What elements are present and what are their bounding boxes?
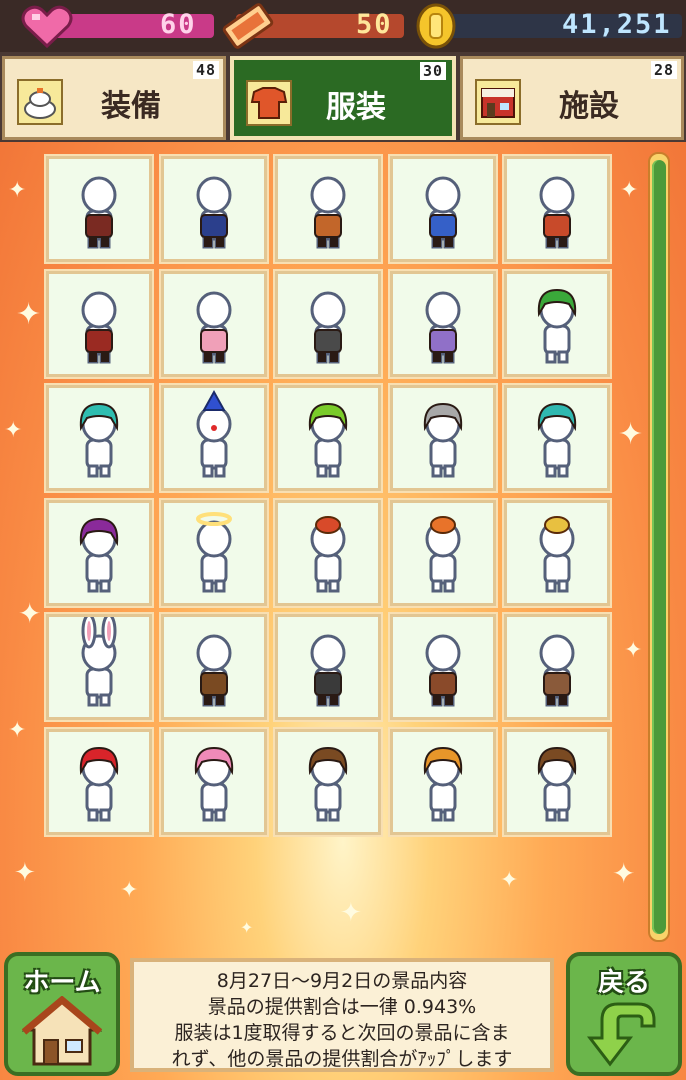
costume-purple-witch-hair-icon (79, 517, 119, 592)
rice-cake-icon (17, 79, 63, 125)
back-button[interactable]: 戻る (566, 952, 682, 1076)
ticket-icon (222, 3, 274, 49)
costume-green-hair-icon (537, 288, 577, 363)
costume-item[interactable] (160, 728, 267, 835)
costume-brown-goggles-hair-icon (537, 746, 577, 821)
costume-item[interactable] (160, 499, 267, 606)
costume-gray-hair-icon (423, 402, 462, 478)
info-line: 服装は1度取得すると次回の景品に含ま (174, 1022, 510, 1044)
costume-item[interactable] (160, 156, 267, 262)
costume-halo-icon (195, 511, 232, 592)
costume-item[interactable] (389, 270, 496, 377)
return-arrow-icon (586, 1002, 656, 1067)
tab-count-badge: 30 (420, 62, 447, 80)
info-line: 8月27日～9月2日の景品内容 (216, 970, 468, 992)
tab-facility[interactable]: 施設 28 (460, 56, 684, 140)
costume-brown-apron-outfit-icon (196, 634, 231, 707)
category-tabs: 装備 48 服装 30 施設 28 (0, 52, 686, 142)
costume-pumpkin-hat-icon (425, 515, 460, 592)
costume-teal-hair-icon (79, 402, 119, 478)
scrollbar[interactable] (648, 152, 670, 942)
back-button-label: 戻る (597, 968, 650, 998)
costume-item[interactable] (46, 728, 152, 835)
ticket-count: 50 (356, 9, 393, 40)
costume-item[interactable] (46, 499, 152, 606)
costume-item[interactable] (389, 385, 496, 491)
costume-bunny-ears-icon (81, 617, 117, 707)
home-button-label: ホーム (23, 968, 101, 998)
costume-red-gold-outfit-icon (539, 176, 575, 249)
costume-item[interactable] (160, 270, 267, 377)
costume-item[interactable] (275, 614, 381, 720)
costume-item[interactable] (389, 728, 496, 835)
coin-count: 41,251 (562, 9, 672, 40)
costume-item[interactable] (389, 499, 496, 606)
costume-item[interactable] (504, 156, 610, 262)
house-icon (22, 996, 102, 1066)
costume-teal-twin-tails-icon (537, 402, 577, 478)
costume-blue-swimwear-icon (425, 176, 460, 249)
costume-clown-head-icon (196, 389, 231, 478)
costume-brown-vest-outfit-icon (539, 634, 575, 707)
tab-costume[interactable]: 服装 30 (230, 56, 456, 140)
coin-icon (416, 3, 456, 49)
tab-label: 服装 (326, 90, 386, 125)
tab-equipment[interactable]: 装備 48 (2, 56, 226, 140)
costume-item[interactable] (504, 385, 610, 491)
costume-item[interactable] (46, 156, 152, 262)
costume-green-hair-red-bow-icon (308, 402, 348, 478)
tab-count-badge: 48 (193, 61, 220, 79)
shop-screen: ✦ ✦ ✦ ✦ ✦ ✦ ✦ ✦ ✦ ✦ ✦ ✦ ✦ ✦ 60 50 41,251… (0, 0, 686, 1080)
prize-info-box: 8月27日～9月2日の景品内容 景品の提供割合は一律 0.943% 服装は1度取… (130, 958, 554, 1072)
costume-dark-red-outfit-icon (81, 291, 117, 363)
info-line: れず、他の景品の提供割合がｱｯﾌﾟします (171, 1048, 513, 1070)
costume-item[interactable] (46, 614, 152, 720)
status-bar: 60 50 41,251 (0, 0, 686, 52)
heart-icon (21, 5, 73, 49)
costume-item[interactable] (46, 270, 152, 377)
costume-item[interactable] (389, 156, 496, 262)
costume-item[interactable] (160, 614, 267, 720)
home-button[interactable]: ホーム (4, 952, 120, 1076)
costume-red-spiky-hair-icon (79, 746, 119, 821)
costume-crown-icon (310, 515, 346, 592)
costume-orange-cat-hair-icon (423, 746, 462, 821)
costume-item[interactable] (504, 270, 610, 377)
costume-item[interactable] (275, 728, 381, 835)
costume-black-red-outfit-icon (81, 176, 117, 249)
costume-item[interactable] (275, 499, 381, 606)
costume-item[interactable] (275, 385, 381, 491)
costume-item[interactable] (275, 156, 381, 262)
costume-brown-shorts-outfit-icon (425, 634, 460, 707)
costume-grid (38, 150, 620, 840)
costume-brown-orange-outfit-icon (310, 176, 346, 249)
costume-item[interactable] (275, 270, 381, 377)
tab-label: 施設 (559, 89, 619, 124)
costume-item[interactable] (504, 728, 610, 835)
costume-item[interactable] (504, 499, 610, 606)
costume-item[interactable] (46, 385, 152, 491)
tab-count-badge: 28 (651, 61, 678, 79)
tab-label: 装備 (101, 89, 161, 124)
costume-item[interactable] (504, 614, 610, 720)
costume-item[interactable] (160, 385, 267, 491)
costume-pink-hair-icon (194, 746, 233, 821)
heart-count: 60 (160, 9, 197, 40)
costume-goggles-helmet-icon (308, 746, 348, 821)
shop-icon (475, 79, 521, 125)
costume-maid-outfit-icon (310, 291, 346, 363)
costume-black-armor-icon (310, 634, 346, 707)
costume-flower-tiara-icon (539, 515, 575, 592)
costume-item[interactable] (389, 614, 496, 720)
costume-purple-dress-icon (425, 291, 460, 363)
shirt-icon (246, 80, 292, 126)
scrollbar-thumb[interactable] (652, 160, 666, 934)
costume-pink-dress-icon (196, 291, 231, 363)
info-line: 景品の提供割合は一律 0.943% (207, 996, 477, 1018)
costume-navy-blue-outfit-icon (196, 176, 231, 249)
